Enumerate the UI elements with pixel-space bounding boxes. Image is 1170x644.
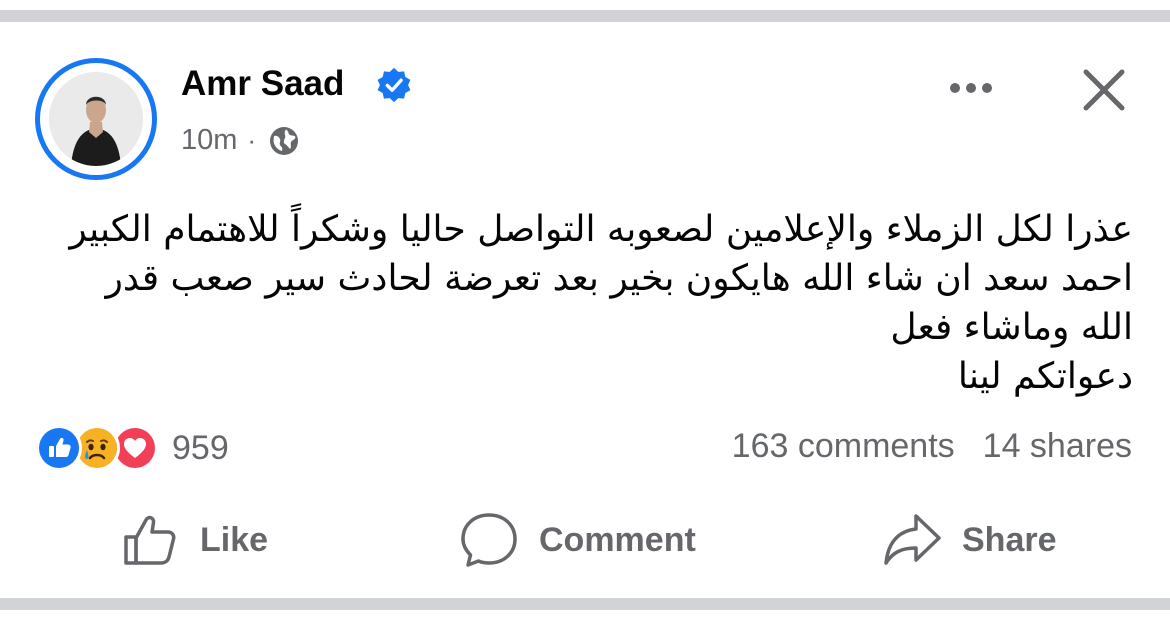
share-button-label: Share (962, 520, 1057, 559)
comment-bubble-icon (461, 513, 517, 567)
comment-button-label: Comment (539, 520, 696, 559)
reactions-summary[interactable]: 959 (36, 424, 229, 472)
top-divider (0, 10, 1170, 22)
like-button-label: Like (200, 520, 269, 559)
dot-icon (982, 83, 992, 93)
post-meta: 10m · (181, 124, 300, 157)
avatar (49, 72, 143, 166)
dot-icon (950, 83, 960, 93)
shares-count-link[interactable]: 14 shares (983, 427, 1132, 466)
comment-button[interactable]: Comment (459, 508, 696, 572)
author-name[interactable]: Amr Saad (181, 64, 344, 104)
post-text: عذرا لكل الزملاء والإعلامين لصعوبه التوا… (40, 205, 1133, 401)
bottom-divider (0, 598, 1170, 610)
share-button[interactable]: Share (882, 508, 1057, 572)
like-button[interactable]: Like (120, 508, 268, 572)
globe-icon[interactable] (268, 125, 300, 157)
engagement-stats: 163 comments 14 shares (732, 427, 1132, 466)
post-text-line: دعواتكم لينا (957, 356, 1133, 397)
meta-separator: · (247, 125, 257, 155)
like-reaction-icon (36, 425, 82, 471)
close-icon[interactable] (1078, 64, 1130, 116)
post-text-line: احمد سعد ان شاء الله هايكون بخير بعد تعر… (105, 258, 1133, 299)
avatar-photo (49, 72, 143, 166)
more-options-button[interactable] (945, 70, 997, 106)
post-timestamp[interactable]: 10m (181, 124, 237, 157)
thumbs-up-icon (124, 515, 176, 565)
dot-icon (966, 83, 976, 93)
verified-badge-icon (377, 67, 411, 103)
share-arrow-icon (884, 514, 941, 565)
comments-count-link[interactable]: 163 comments (732, 427, 955, 466)
profile-avatar-ring[interactable] (35, 58, 157, 180)
reaction-count[interactable]: 959 (172, 429, 229, 468)
post-text-line: الله وماشاء فعل (890, 307, 1133, 348)
post-text-line: عذرا لكل الزملاء والإعلامين لصعوبه التوا… (69, 209, 1133, 250)
